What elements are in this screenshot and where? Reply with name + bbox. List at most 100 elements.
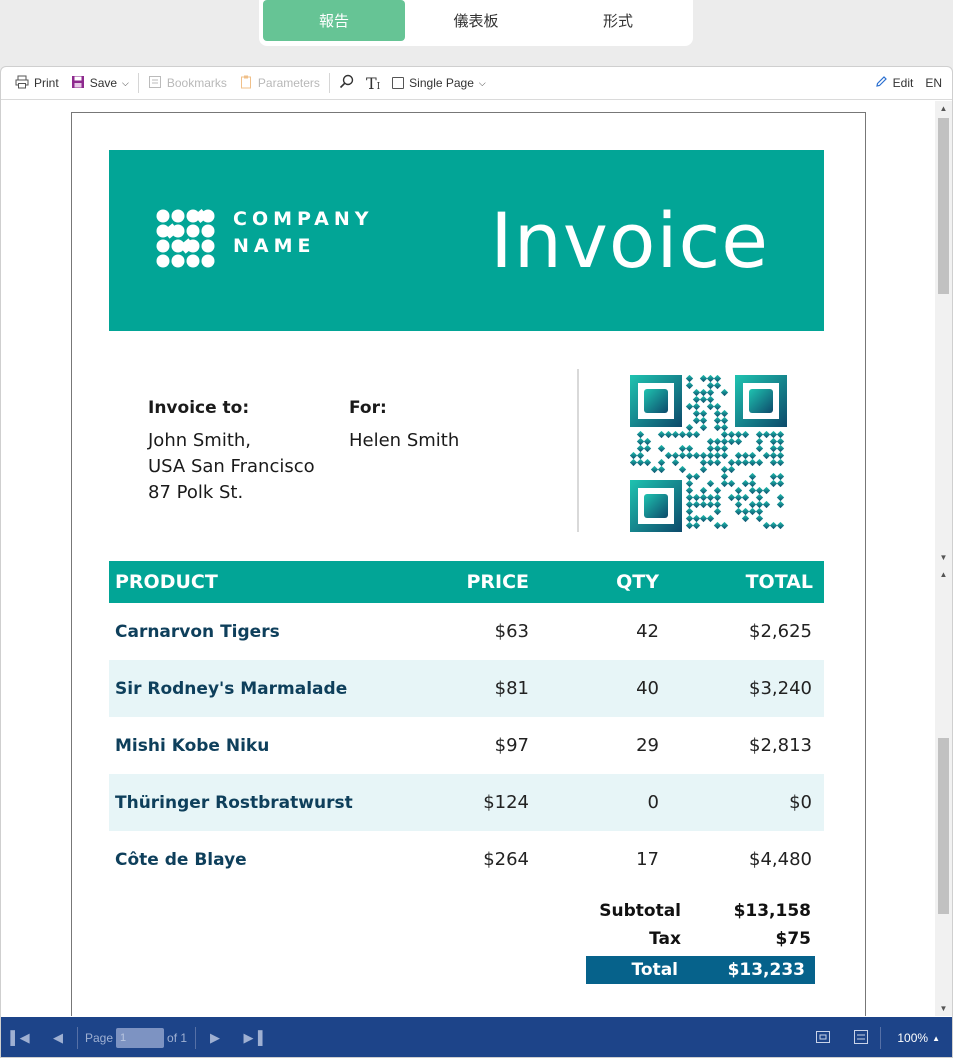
qr-module bbox=[720, 388, 729, 397]
search-icon bbox=[339, 74, 354, 92]
qr-module bbox=[776, 521, 785, 530]
report-viewer: Print Save ⌵ Bookmarks Parameters TI Sin… bbox=[0, 66, 953, 1058]
qr-module bbox=[762, 451, 771, 460]
tax-value: $75 bbox=[775, 929, 812, 949]
page-number-input[interactable] bbox=[116, 1028, 165, 1048]
scroll-up-icon[interactable]: ▲ bbox=[935, 567, 952, 581]
text-selection-button[interactable]: TI bbox=[360, 67, 386, 100]
document-area: COMPANY NAME Invoice Invoice to: John Sm… bbox=[1, 101, 952, 1016]
qr-module bbox=[650, 465, 659, 474]
qr-module bbox=[741, 507, 750, 516]
subtotal-label: Subtotal bbox=[599, 901, 681, 921]
printer-icon bbox=[15, 75, 29, 92]
qr-module bbox=[657, 430, 666, 439]
zoom-select[interactable]: 100% ▲ bbox=[881, 1031, 952, 1045]
save-button[interactable]: Save ⌵ bbox=[65, 67, 135, 100]
chevron-up-icon: ▲ bbox=[932, 1033, 940, 1043]
qr-module bbox=[692, 409, 701, 418]
qr-module bbox=[692, 514, 701, 523]
zoom-value: 100% bbox=[897, 1031, 929, 1045]
qr-module bbox=[706, 514, 715, 523]
tab-report[interactable]: 報告 bbox=[263, 0, 405, 41]
last-page-button[interactable]: ▶▐ bbox=[234, 1017, 272, 1057]
invoice-table: PRODUCT PRICE QTY TOTAL Carnarvon Tigers… bbox=[109, 561, 824, 888]
qr-module bbox=[671, 451, 680, 460]
bookmarks-button[interactable]: Bookmarks bbox=[142, 67, 233, 100]
invoice-to-line: USA San Francisco bbox=[148, 456, 315, 477]
qr-module bbox=[699, 451, 708, 460]
tab-dashboard[interactable]: 儀表板 bbox=[405, 0, 547, 41]
qr-module bbox=[755, 444, 764, 453]
total-cell: $0 bbox=[789, 792, 812, 813]
qr-module bbox=[630, 458, 638, 467]
invoice-to-label: Invoice to: bbox=[148, 398, 250, 418]
qr-module bbox=[699, 486, 708, 495]
qr-module bbox=[699, 395, 708, 404]
language-label: EN bbox=[925, 76, 942, 90]
single-page-checkbox[interactable] bbox=[392, 77, 405, 89]
fit-width-button[interactable] bbox=[842, 1017, 880, 1057]
qr-module bbox=[762, 500, 771, 509]
qr-module bbox=[734, 458, 743, 467]
tab-form[interactable]: 形式 bbox=[547, 0, 689, 41]
qty-cell: 17 bbox=[636, 849, 659, 870]
next-page-button[interactable]: ▶ bbox=[196, 1017, 234, 1057]
print-label: Print bbox=[34, 76, 59, 90]
print-button[interactable]: Print bbox=[9, 67, 65, 100]
qr-module bbox=[643, 458, 652, 467]
single-page-toggle[interactable]: Single Page ⌵ bbox=[386, 67, 492, 100]
bookmarks-label: Bookmarks bbox=[166, 76, 227, 90]
qr-module bbox=[706, 437, 715, 446]
total-label: Total bbox=[631, 960, 678, 980]
qr-module bbox=[748, 507, 757, 516]
invoice-title: Invoice bbox=[490, 196, 769, 285]
product-cell: Carnarvon Tigers bbox=[115, 621, 280, 642]
qr-module bbox=[685, 451, 694, 460]
invoice-page: COMPANY NAME Invoice Invoice to: John Sm… bbox=[71, 112, 866, 1016]
invoice-to-line: 87 Polk St. bbox=[148, 482, 244, 503]
qr-module bbox=[734, 507, 743, 516]
qr-module bbox=[769, 444, 778, 453]
first-page-button[interactable]: ▌◀ bbox=[1, 1017, 39, 1057]
chevron-down-icon: ⌵ bbox=[122, 77, 129, 88]
column-header-total: TOTAL bbox=[745, 571, 813, 593]
qr-code-icon bbox=[630, 375, 787, 532]
qr-module bbox=[685, 479, 694, 488]
search-button[interactable] bbox=[333, 67, 360, 100]
fit-page-button[interactable] bbox=[804, 1017, 842, 1057]
scroll-up-icon[interactable]: ▲ bbox=[935, 101, 952, 115]
bookmarks-icon bbox=[148, 75, 162, 92]
toolbar-divider bbox=[137, 73, 139, 93]
qr-module bbox=[755, 486, 764, 495]
for-label: For: bbox=[349, 398, 387, 418]
vertical-scrollbar[interactable]: ▲ ▼ ▲ ▼ bbox=[935, 101, 952, 1016]
edit-button[interactable]: Edit bbox=[869, 67, 920, 100]
qr-module bbox=[755, 514, 764, 523]
qr-module bbox=[713, 521, 722, 530]
qr-module bbox=[762, 430, 771, 439]
text-cursor-icon: TI bbox=[365, 73, 381, 93]
scrollbar-thumb[interactable] bbox=[938, 738, 949, 914]
language-button[interactable]: EN bbox=[919, 67, 952, 100]
qr-module bbox=[713, 493, 722, 502]
qr-module bbox=[685, 486, 694, 495]
scroll-down-icon[interactable]: ▼ bbox=[935, 1001, 952, 1015]
qr-module bbox=[685, 514, 694, 523]
parameters-button[interactable]: Parameters bbox=[233, 67, 326, 100]
for-block: For: Helen Smith bbox=[349, 398, 459, 454]
qr-module bbox=[685, 423, 694, 432]
qr-module bbox=[685, 472, 694, 481]
pencil-icon bbox=[875, 75, 888, 91]
scroll-down-icon[interactable]: ▼ bbox=[935, 550, 952, 564]
product-cell: Côte de Blaye bbox=[115, 849, 247, 870]
price-cell: $97 bbox=[494, 735, 529, 756]
scrollbar-thumb[interactable] bbox=[938, 118, 949, 294]
previous-page-button[interactable]: ◀ bbox=[39, 1017, 77, 1057]
qr-module bbox=[741, 479, 750, 488]
qr-module bbox=[692, 388, 701, 397]
qr-module bbox=[706, 451, 715, 460]
page-count-label: of 1 bbox=[167, 1031, 188, 1045]
qr-module bbox=[706, 500, 715, 509]
parameters-label: Parameters bbox=[257, 76, 320, 90]
product-cell: Sir Rodney's Marmalade bbox=[115, 678, 348, 699]
